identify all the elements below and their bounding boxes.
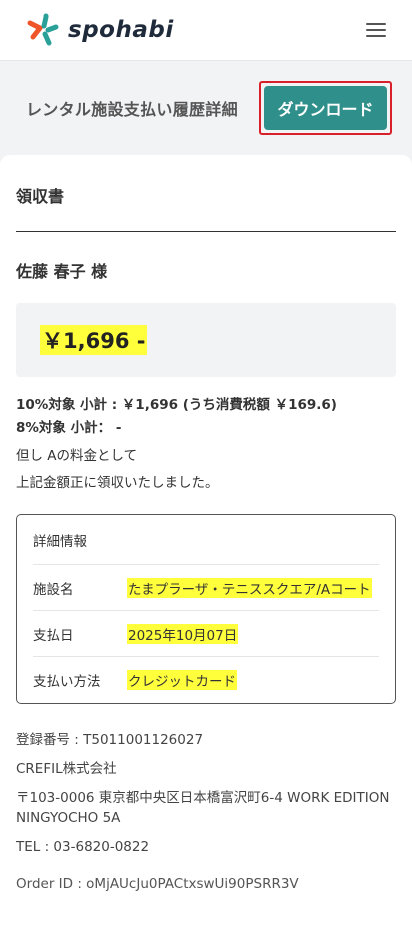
tax-10-line: 10%対象 小計 : ￥1,696 (うち消費税額 ￥169.6) [16, 397, 337, 413]
receipt-card: 領収書 佐藤 春子 様 ￥1,696 - 10%対象 小計 : ￥1,696 (… [0, 155, 412, 928]
company-name: CREFIL株式会社 [16, 761, 117, 777]
hamburger-menu-icon[interactable] [364, 20, 388, 40]
detail-row-payment: 支払い方法 クレジットカード [33, 657, 379, 703]
download-button[interactable]: ダウンロード [264, 86, 387, 130]
company-tel: TEL : 03-6820-0822 [16, 839, 150, 855]
detail-label: 施設名 [33, 581, 74, 598]
spohabi-logo-icon [26, 13, 60, 47]
detail-row-date: 支払日 2025年10月07日 [33, 611, 379, 657]
customer-name: 佐藤 春子 様 [16, 262, 108, 281]
download-highlight: ダウンロード [259, 81, 392, 135]
tax-8-line: 8%対象 小計： - [16, 420, 122, 436]
receipt-note: 但し Aの料金として 上記金額正に領収いたしました。 [16, 443, 396, 497]
amount-box: ￥1,696 - [16, 303, 396, 377]
tax-summary: 10%対象 小計 : ￥1,696 (うち消費税額 ￥169.6) 8%対象 小… [16, 394, 396, 440]
detail-heading: 詳細情報 [33, 515, 379, 565]
receipt-title: 領収書 [16, 179, 396, 232]
detail-label: 支払日 [33, 627, 74, 644]
detail-value: 2025年10月07日 [127, 623, 239, 644]
page-title: レンタル施設支払い履歴詳細 [26, 100, 238, 119]
amount-value: ￥1,696 - [40, 325, 148, 355]
order-id: Order ID : oMjAUcJu0PACtxswUi90PSRR3V [16, 876, 299, 892]
company-address: 〒103-0006 東京都中央区日本橋富沢町6-4 WORK EDITION N… [16, 790, 390, 826]
logo-text: spohabi [68, 17, 174, 43]
registration-number: 登録番号 : T5011001126027 [16, 732, 204, 748]
detail-box: 詳細情報 施設名 たまプラーザ・テニススクエア/Aコート 支払日 2025年10… [16, 514, 396, 704]
detail-label: 支払い方法 [33, 674, 101, 690]
title-bar: レンタル施設支払い履歴詳細 ダウンロード [0, 61, 412, 155]
note-line-1: 但し Aの料金として [16, 448, 138, 464]
detail-row-facility: 施設名 たまプラーザ・テニススクエア/Aコート [33, 565, 379, 611]
logo[interactable]: spohabi [26, 13, 174, 47]
app-header: spohabi [0, 0, 412, 61]
detail-value: たまプラーザ・テニススクエア/Aコート [127, 577, 372, 598]
note-line-2: 上記金額正に領収いたしました。 [16, 475, 219, 491]
company-info: 登録番号 : T5011001126027 CREFIL株式会社 〒103-00… [16, 730, 396, 894]
detail-value: クレジットカード [127, 670, 237, 690]
